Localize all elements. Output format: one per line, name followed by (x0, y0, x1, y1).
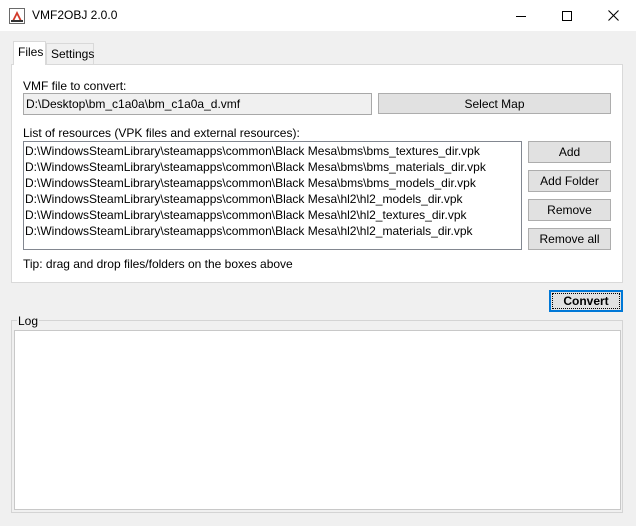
resources-label: List of resources (VPK files and externa… (23, 126, 300, 140)
list-item[interactable]: D:\WindowsSteamLibrary\steamapps\common\… (25, 223, 521, 239)
maximize-button[interactable] (544, 0, 590, 31)
list-item[interactable]: D:\WindowsSteamLibrary\steamapps\common\… (25, 191, 521, 207)
select-map-button[interactable]: Select Map (378, 93, 611, 114)
vmf-file-label: VMF file to convert: (23, 79, 127, 93)
list-item[interactable]: D:\WindowsSteamLibrary\steamapps\common\… (25, 207, 521, 223)
list-item[interactable]: D:\WindowsSteamLibrary\steamapps\common\… (25, 159, 521, 175)
tip-text: Tip: drag and drop files/folders on the … (23, 257, 293, 271)
app-icon (9, 8, 25, 24)
close-icon (607, 10, 619, 21)
tab-settings[interactable]: Settings (46, 43, 94, 64)
tab-files[interactable]: Files (13, 41, 46, 65)
title-bar[interactable]: VMF2OBJ 2.0.0 (0, 0, 636, 31)
add-button[interactable]: Add (528, 141, 611, 163)
resources-list[interactable]: D:\WindowsSteamLibrary\steamapps\common\… (23, 141, 522, 250)
remove-all-button[interactable]: Remove all (528, 228, 611, 250)
window-title: VMF2OBJ 2.0.0 (32, 8, 118, 22)
vmf-file-field[interactable]: D:\Desktop\bm_c1a0a\bm_c1a0a_d.vmf (23, 93, 372, 115)
list-item[interactable]: D:\WindowsSteamLibrary\steamapps\common\… (25, 175, 521, 191)
log-label: Log (17, 314, 40, 328)
add-folder-button[interactable]: Add Folder (528, 170, 611, 192)
list-item[interactable]: D:\WindowsSteamLibrary\steamapps\common\… (25, 143, 521, 159)
minimize-icon (516, 15, 526, 17)
remove-button[interactable]: Remove (528, 199, 611, 221)
close-button[interactable] (590, 0, 636, 31)
files-panel: VMF file to convert: D:\Desktop\bm_c1a0a… (11, 64, 623, 283)
log-textarea[interactable] (14, 330, 621, 510)
minimize-button[interactable] (498, 0, 544, 31)
maximize-icon (562, 10, 572, 21)
convert-button[interactable]: Convert (549, 290, 623, 312)
